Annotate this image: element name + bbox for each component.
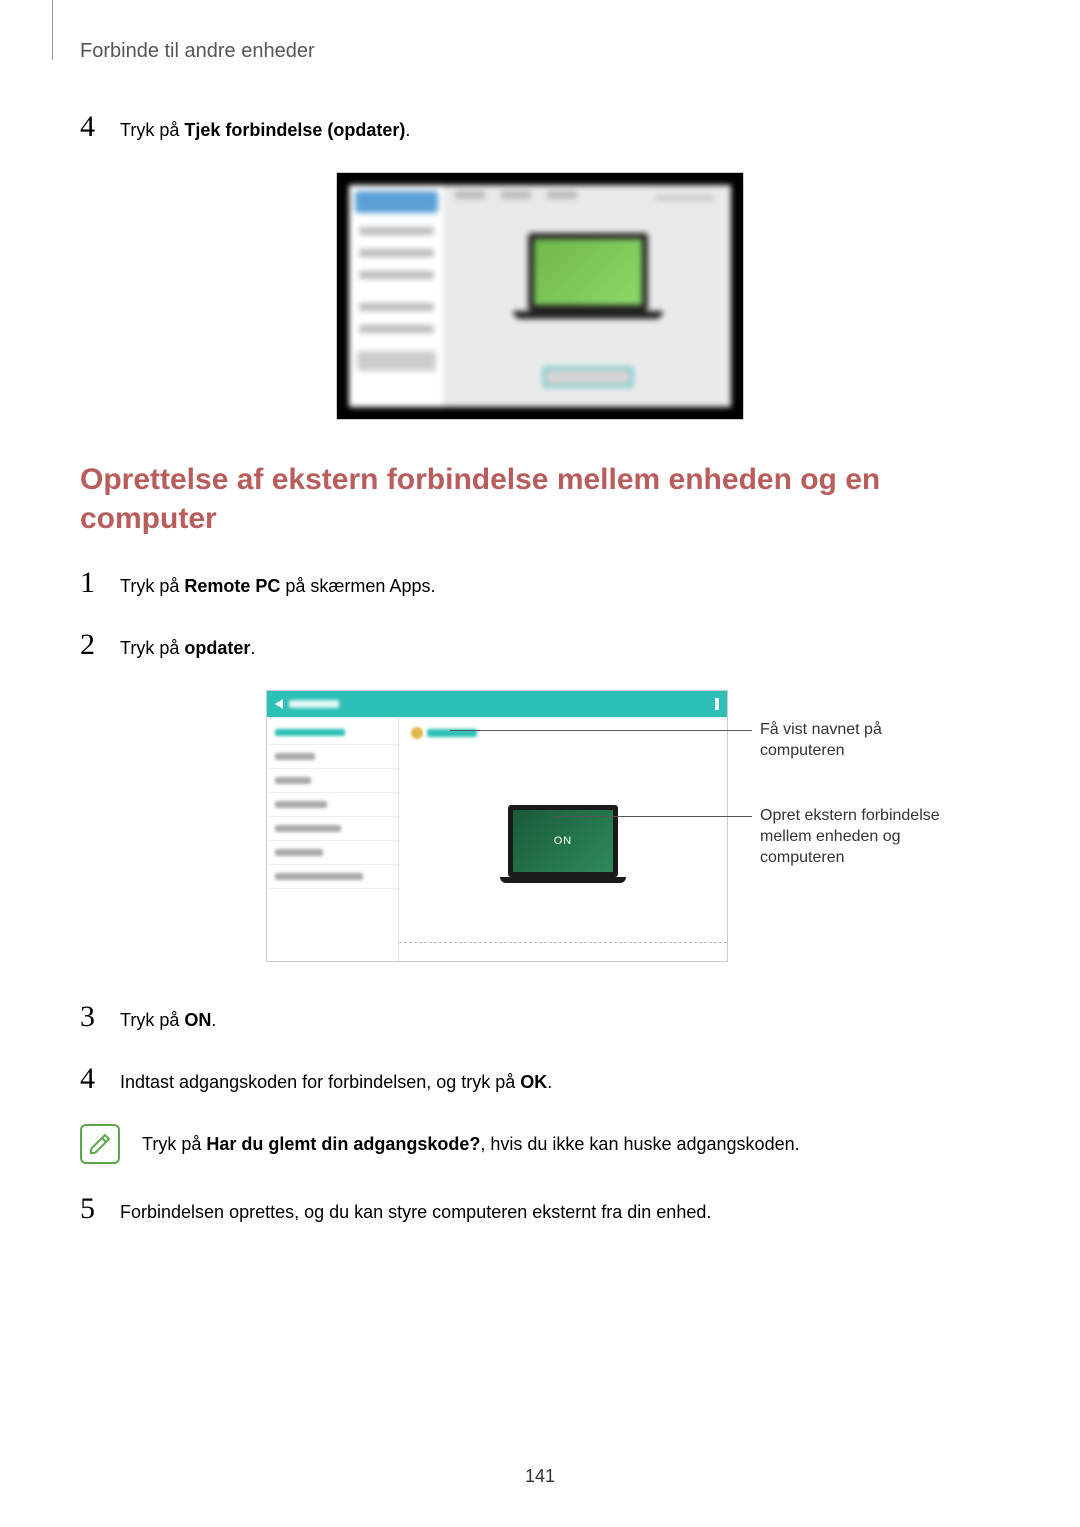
- step-number: 2: [80, 628, 102, 662]
- laptop-icon: [513, 233, 663, 333]
- step-suffix: på skærmen Apps.: [280, 576, 435, 596]
- callout-remote-connect: Opret ekstern forbindelse mellem enheden…: [760, 806, 980, 868]
- check-connection-button: [543, 367, 633, 387]
- section-heading: Oprettelse af ekstern forbindelse mellem…: [80, 460, 1000, 538]
- step-bold: Remote PC: [184, 576, 280, 596]
- step-bold: opdater: [184, 638, 250, 658]
- fig2-main: ON: [399, 717, 727, 961]
- fig2-titlebar: [267, 691, 727, 717]
- step-text: Forbindelsen oprettes, og du kan styre c…: [120, 1194, 711, 1225]
- step-prefix: Tryk på: [120, 120, 184, 140]
- step-suffix: .: [405, 120, 410, 140]
- step-bold: Tjek forbindelse (opdater): [184, 120, 405, 140]
- callout-leader: [555, 816, 752, 817]
- callout-computer-name: Få vist navnet på computeren: [760, 720, 960, 762]
- step-suffix: .: [211, 1010, 216, 1030]
- note-suffix: , hvis du ikke kan huske adgangskoden.: [480, 1134, 799, 1154]
- fig2-sidebar: [267, 717, 399, 961]
- step-text: Indtast adgangskoden for forbindelsen, o…: [120, 1064, 552, 1095]
- computer-name-icon: [411, 727, 423, 739]
- step-suffix: .: [250, 638, 255, 658]
- figure-1: [80, 172, 1000, 420]
- step-prefix: Tryk på: [120, 638, 184, 658]
- step-4-top: 4 Tryk på Tjek forbindelse (opdater).: [80, 110, 1000, 144]
- page-margin-rule: [52, 0, 53, 60]
- step-prefix: Tryk på: [120, 1010, 184, 1030]
- step-text: Tryk på Tjek forbindelse (opdater).: [120, 112, 410, 143]
- note-bold: Har du glemt din adgangskode?: [206, 1134, 480, 1154]
- step-1: 1 Tryk på Remote PC på skærmen Apps.: [80, 566, 1000, 600]
- step-number: 3: [80, 1000, 102, 1034]
- callout-leader: [450, 730, 752, 731]
- step-number: 4: [80, 110, 102, 144]
- step-bold: OK: [520, 1072, 547, 1092]
- on-button-label: ON: [554, 835, 573, 847]
- back-icon: [275, 699, 283, 709]
- figure-2: ON Få vist navnet på computeren Opret ek…: [80, 690, 1000, 970]
- step-number: 5: [80, 1192, 102, 1226]
- page-number: 141: [525, 1466, 555, 1487]
- note: Tryk på Har du glemt din adgangskode?, h…: [80, 1124, 1000, 1164]
- fig1-main: [445, 185, 731, 407]
- step-3: 3 Tryk på ON.: [80, 1000, 1000, 1034]
- note-prefix: Tryk på: [142, 1134, 206, 1154]
- step-4: 4 Indtast adgangskoden for forbindelsen,…: [80, 1062, 1000, 1096]
- step-5: 5 Forbindelsen oprettes, og du kan styre…: [80, 1192, 1000, 1226]
- step-prefix: Tryk på: [120, 576, 184, 596]
- tablet-screenshot: [336, 172, 744, 420]
- step-text: Tryk på opdater.: [120, 630, 255, 661]
- step-2: 2 Tryk på opdater.: [80, 628, 1000, 662]
- step-text: Tryk på ON.: [120, 1002, 216, 1033]
- fig1-sidebar: [349, 185, 445, 407]
- note-text: Tryk på Har du glemt din adgangskode?, h…: [142, 1124, 800, 1157]
- step-prefix: Indtast adgangskoden for forbindelsen, o…: [120, 1072, 520, 1092]
- step-number: 4: [80, 1062, 102, 1096]
- step-bold: ON: [184, 1010, 211, 1030]
- step-suffix: .: [547, 1072, 552, 1092]
- breadcrumb: Forbinde til andre enheder: [80, 40, 315, 63]
- step-text: Tryk på Remote PC på skærmen Apps.: [120, 568, 435, 599]
- page-content: 4 Tryk på Tjek forbindelse (opdater).: [80, 110, 1000, 1254]
- step-number: 1: [80, 566, 102, 600]
- note-icon: [80, 1124, 120, 1164]
